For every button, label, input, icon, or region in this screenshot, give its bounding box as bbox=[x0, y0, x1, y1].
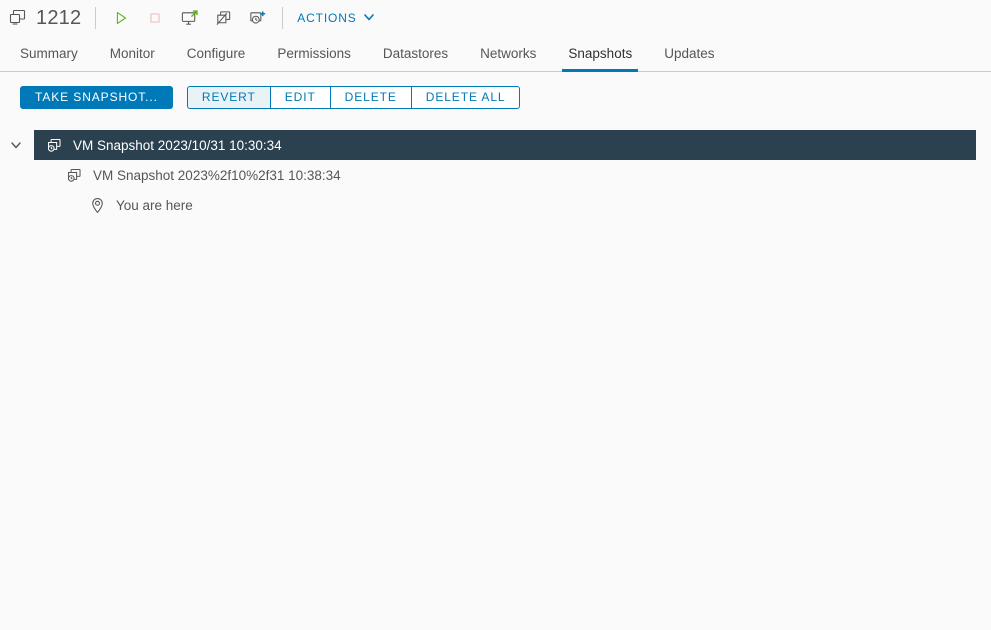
tab-permissions[interactable]: Permissions bbox=[261, 36, 367, 71]
edit-button[interactable]: EDIT bbox=[270, 86, 331, 109]
snapshot-row-label: VM Snapshot 2023%2f10%2f31 10:38:34 bbox=[93, 167, 341, 183]
launch-web-console-icon[interactable] bbox=[178, 7, 200, 29]
object-header-bar: 1212 ACTIONS bbox=[0, 0, 991, 36]
tab-label: Summary bbox=[20, 46, 78, 61]
snapshot-row-label: VM Snapshot 2023/10/31 10:30:34 bbox=[73, 137, 282, 153]
you-are-here-label: You are here bbox=[116, 197, 193, 213]
power-off-icon[interactable] bbox=[144, 7, 166, 29]
snapshot-toolbar: TAKE SNAPSHOT... REVERT EDIT DELETE DELE… bbox=[0, 72, 991, 109]
divider bbox=[282, 7, 284, 29]
tab-label: Monitor bbox=[109, 46, 155, 61]
snapshot-tree: VM Snapshot 2023/10/31 10:30:34 VM Snaps… bbox=[0, 130, 991, 220]
tab-label: Updates bbox=[664, 46, 715, 61]
snapshot-icon bbox=[66, 167, 83, 184]
snapshot-row-child[interactable]: VM Snapshot 2023%2f10%2f31 10:38:34 bbox=[0, 160, 991, 190]
tab-updates[interactable]: Updates bbox=[648, 36, 730, 71]
tab-configure[interactable]: Configure bbox=[171, 36, 262, 71]
delete-all-button[interactable]: DELETE ALL bbox=[411, 86, 521, 109]
tab-label: Networks bbox=[480, 46, 537, 61]
location-pin-icon bbox=[90, 197, 105, 214]
you-are-here-row: You are here bbox=[0, 190, 991, 220]
tab-monitor[interactable]: Monitor bbox=[94, 36, 171, 71]
revert-button[interactable]: REVERT bbox=[186, 86, 271, 109]
virtual-machine-icon bbox=[8, 8, 28, 28]
snapshot-icon bbox=[46, 137, 63, 154]
actions-menu-button[interactable]: ACTIONS bbox=[297, 11, 374, 26]
primary-tab-bar: Summary Monitor Configure Permissions Da… bbox=[0, 36, 991, 72]
expand-collapse-chevron-icon[interactable] bbox=[8, 130, 24, 160]
take-snapshot-icon[interactable] bbox=[246, 7, 268, 29]
vm-name: 1212 bbox=[36, 6, 82, 29]
divider bbox=[95, 7, 97, 29]
delete-button[interactable]: DELETE bbox=[330, 86, 412, 109]
tab-networks[interactable]: Networks bbox=[464, 36, 552, 71]
tab-label: Permissions bbox=[277, 46, 351, 61]
vm-action-icons bbox=[110, 7, 268, 29]
tab-label: Configure bbox=[186, 46, 246, 61]
tab-summary[interactable]: Summary bbox=[4, 36, 94, 71]
tab-label: Datastores bbox=[382, 46, 449, 61]
actions-menu-label: ACTIONS bbox=[297, 11, 357, 25]
snapshot-action-button-group: REVERT EDIT DELETE DELETE ALL bbox=[186, 86, 521, 109]
tab-snapshots[interactable]: Snapshots bbox=[552, 36, 648, 72]
power-on-icon[interactable] bbox=[110, 7, 132, 29]
snapshot-root-node: VM Snapshot 2023/10/31 10:30:34 bbox=[0, 130, 991, 160]
migrate-icon[interactable] bbox=[212, 7, 234, 29]
snapshot-row-selected[interactable]: VM Snapshot 2023/10/31 10:30:34 bbox=[34, 130, 976, 160]
chevron-down-icon bbox=[363, 11, 375, 26]
take-snapshot-button[interactable]: TAKE SNAPSHOT... bbox=[20, 86, 173, 109]
tab-label: Snapshots bbox=[568, 46, 633, 61]
tab-datastores[interactable]: Datastores bbox=[367, 36, 464, 71]
